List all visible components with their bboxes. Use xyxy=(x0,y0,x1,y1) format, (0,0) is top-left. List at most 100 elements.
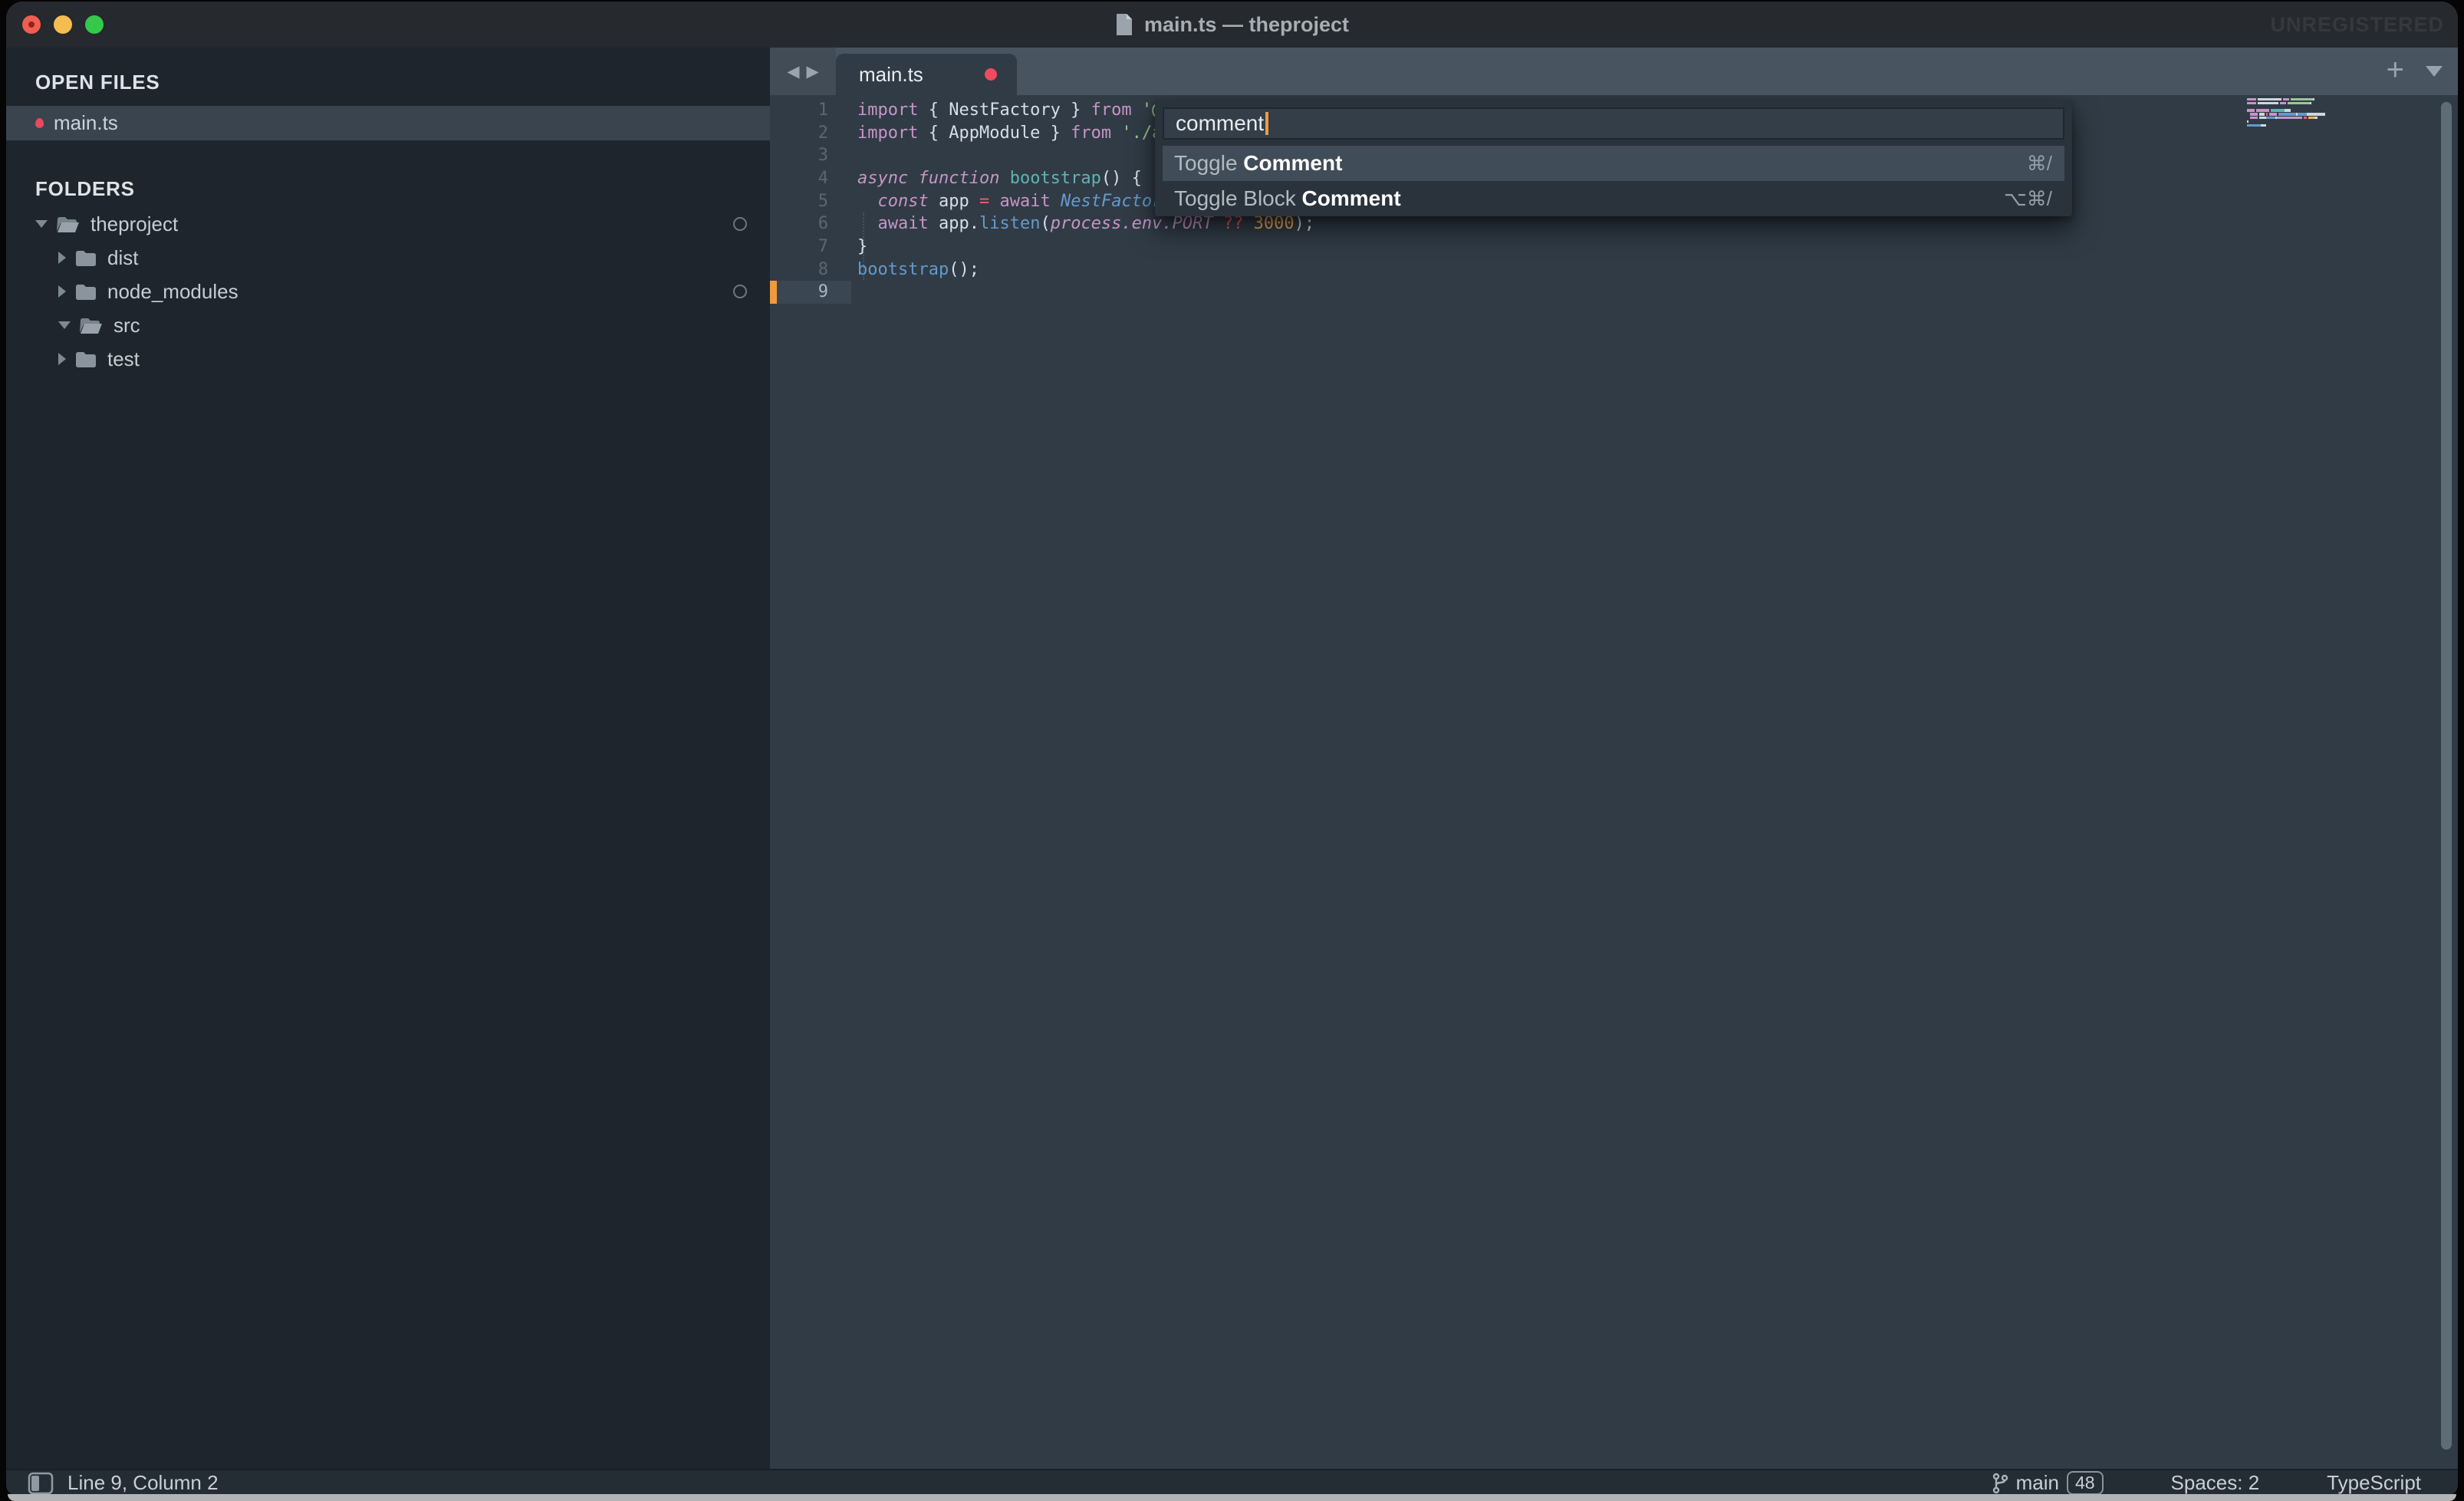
minimap-token xyxy=(2247,124,2261,127)
minimap-token xyxy=(2298,113,2307,115)
minimap-token xyxy=(2250,117,2258,119)
new-tab-icon[interactable]: + xyxy=(2387,54,2404,85)
titlebar: main.ts — theproject UNREGISTERED xyxy=(6,2,2458,48)
status-bar: Line 9, Column 2 main 48 Spaces: 2 TypeS… xyxy=(6,1469,2458,1496)
result-shortcut: ⌘/ xyxy=(2027,152,2052,176)
minimap-token xyxy=(2266,113,2268,115)
minimap-token xyxy=(2280,102,2286,104)
folder-icon xyxy=(75,283,97,301)
tree-item-theproject[interactable]: theproject xyxy=(6,207,770,241)
minimap-token xyxy=(2308,117,2314,119)
line-number: 1 xyxy=(770,99,851,122)
minimap-token xyxy=(2250,113,2258,115)
tree-item-label: src xyxy=(113,314,140,337)
minimap[interactable] xyxy=(2247,98,2362,144)
tree-item-node_modules[interactable]: node_modules xyxy=(6,275,770,308)
git-change-count-badge: 48 xyxy=(2067,1471,2104,1495)
tab-main-ts[interactable]: main.ts xyxy=(836,54,1017,95)
folder-icon xyxy=(75,249,97,267)
chevron-right-icon[interactable] xyxy=(58,285,66,298)
minimap-token xyxy=(2291,98,2313,100)
minimap-token xyxy=(2258,102,2278,104)
tree-item-test[interactable]: test xyxy=(6,342,770,376)
minimap-token xyxy=(2269,113,2277,115)
line-number: 2 xyxy=(770,122,851,145)
command-palette-input[interactable]: comment xyxy=(1163,107,2064,140)
chevron-down-icon[interactable] xyxy=(58,321,71,329)
folder-status-circle-icon xyxy=(733,285,747,298)
line-number-gutter: 123456789 xyxy=(770,99,851,304)
command-palette: comment Toggle Comment ⌘/ Toggle Block Com… xyxy=(1155,100,2072,216)
minimap-token xyxy=(2247,102,2256,104)
minimap-token xyxy=(2283,98,2289,100)
minimap-token xyxy=(2261,124,2265,127)
folder-open-icon xyxy=(80,317,103,334)
command-palette-results: Toggle Comment ⌘/ Toggle Block Comment⌥⌘/ xyxy=(1163,146,2064,216)
app-window: main.ts — theproject UNREGISTERED OPEN F… xyxy=(6,2,2458,1496)
chevron-right-icon[interactable] xyxy=(58,353,66,365)
sidebar: OPEN FILES main.ts FOLDERS theproject dis… xyxy=(6,48,770,1469)
window-title-group: main.ts — theproject xyxy=(6,2,2458,48)
open-files-header: OPEN FILES xyxy=(6,71,770,94)
tree-item-src[interactable]: src xyxy=(6,308,770,342)
tab-overflow-menu-icon[interactable] xyxy=(2426,66,2443,77)
minimap-token xyxy=(2288,102,2310,104)
code-line: bootstrap(); xyxy=(851,258,2458,281)
tab-scroll-right-icon[interactable]: ▶ xyxy=(807,64,819,80)
open-file-main-ts[interactable]: main.ts xyxy=(6,106,770,140)
cursor-position[interactable]: Line 9, Column 2 xyxy=(67,1471,219,1495)
line-number: 3 xyxy=(770,144,851,167)
code-area[interactable]: 123456789 import { NestFactory } from '@… xyxy=(770,95,2458,1469)
document-icon xyxy=(1115,13,1133,36)
minimap-token xyxy=(2259,117,2265,119)
minimap-token xyxy=(2247,109,2255,111)
tab-modified-dot-icon xyxy=(985,68,997,81)
minimap-token xyxy=(2258,98,2281,100)
syntax-language[interactable]: TypeScript xyxy=(2327,1471,2421,1495)
minimap-token xyxy=(2266,117,2275,119)
tree-item-label: theproject xyxy=(90,212,178,236)
chevron-down-icon[interactable] xyxy=(35,220,48,228)
folder-status-circle-icon xyxy=(733,217,747,231)
statusbar-right: main 48 Spaces: 2 TypeScript xyxy=(1992,1471,2421,1495)
result-match-text: Comment xyxy=(1243,151,1342,176)
folder-icon xyxy=(75,351,97,368)
line-number: 7 xyxy=(770,235,851,258)
folder-tree: theproject distnode_modulessrc test xyxy=(6,207,770,376)
palette-result-toggle-comment[interactable]: Toggle Comment ⌘/ xyxy=(1163,146,2064,181)
statusbar-left: Line 9, Column 2 xyxy=(28,1471,219,1495)
line-number: 5 xyxy=(770,190,851,213)
window-title: main.ts — theproject xyxy=(1144,13,1349,37)
result-text: Toggle xyxy=(1174,151,1243,176)
tree-item-dist[interactable]: dist xyxy=(6,241,770,275)
git-branch-name: main xyxy=(2016,1471,2059,1495)
tab-scroll-left-icon[interactable]: ◀ xyxy=(787,64,799,80)
line-number: 6 xyxy=(770,212,851,235)
result-text: Toggle Block xyxy=(1174,186,1302,211)
vertical-scrollbar[interactable] xyxy=(2441,102,2452,1450)
tab-label: main.ts xyxy=(859,63,923,87)
indentation-setting[interactable]: Spaces: 2 xyxy=(2171,1471,2260,1495)
toggle-sidebar-icon[interactable] xyxy=(28,1472,54,1495)
minimap-token xyxy=(2313,98,2314,100)
minimap-token xyxy=(2304,117,2307,119)
main-split: OPEN FILES main.ts FOLDERS theproject dis… xyxy=(6,48,2458,1469)
desktop-edge xyxy=(8,1494,2456,1501)
editor-pane: ◀ ▶ main.ts + 123456789 import { NestFac… xyxy=(770,48,2458,1469)
chevron-right-icon[interactable] xyxy=(58,252,66,264)
result-match-text: Comment xyxy=(1302,186,1401,211)
tab-bar: ◀ ▶ main.ts + xyxy=(770,48,2458,95)
registration-status: UNREGISTERED xyxy=(2270,2,2444,48)
palette-result-toggle-block-comment[interactable]: Toggle Block Comment⌥⌘/ xyxy=(1163,181,2064,216)
git-branch-icon xyxy=(1992,1472,2008,1495)
folders-header: FOLDERS xyxy=(6,177,770,200)
minimap-token xyxy=(2277,117,2302,119)
minimap-token xyxy=(2310,102,2311,104)
minimap-token xyxy=(2259,113,2264,115)
minimap-token xyxy=(2256,109,2268,111)
minimap-token xyxy=(2285,109,2291,111)
palette-query-text: comment xyxy=(1176,111,1264,136)
minimap-token xyxy=(2271,109,2285,111)
git-branch-status[interactable]: main 48 xyxy=(1992,1471,2104,1495)
line-number: 9 xyxy=(770,281,851,304)
